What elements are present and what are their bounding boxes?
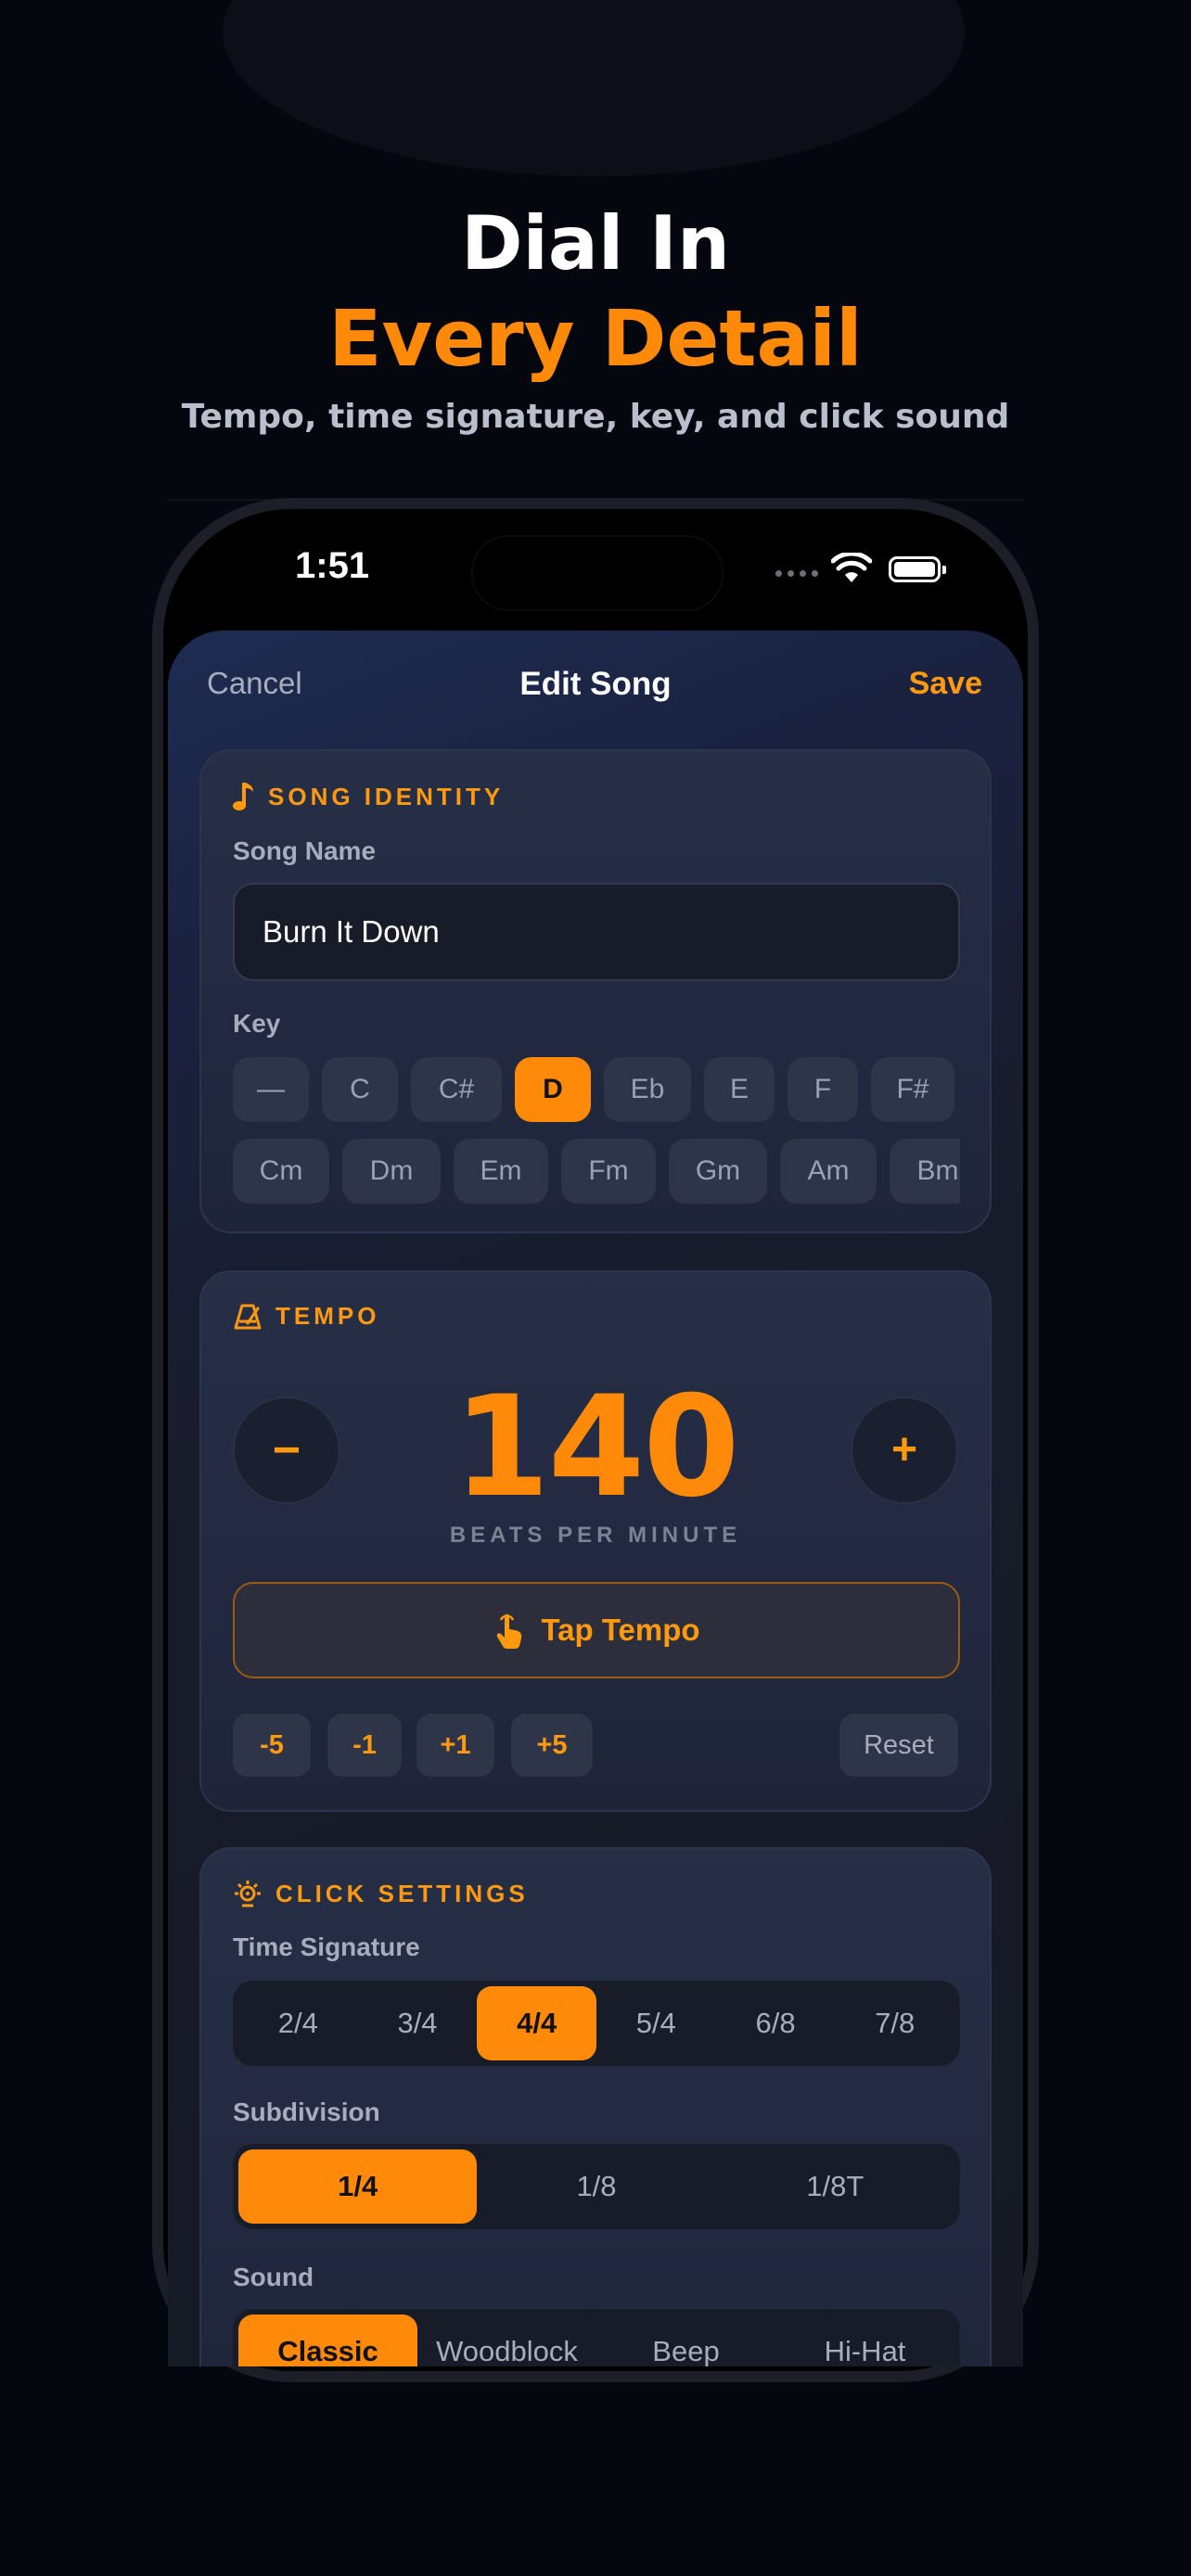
subdivision-eighth-triplet[interactable]: 1/8T [716, 2149, 954, 2224]
tempo-card: TEMPO − 140 + BEATS PER MINUTE Tap Tempo… [199, 1270, 992, 1812]
sound-label: Sound [233, 2263, 314, 2291]
key-option-bm[interactable]: Bm [890, 1139, 960, 1204]
subdivision-quarter[interactable]: 1/4 [238, 2149, 478, 2224]
key-option-dm[interactable]: Dm [342, 1139, 441, 1204]
time-sig-3-4[interactable]: 3/4 [358, 1986, 478, 2060]
tempo-plus-5-button[interactable]: +5 [511, 1714, 593, 1777]
key-option-cm[interactable]: Cm [233, 1139, 329, 1204]
time-signature-label: Time Signature [233, 1932, 420, 1961]
time-sig-5-4[interactable]: 5/4 [596, 1986, 716, 2060]
subdivision-label: Subdivision [233, 2098, 380, 2126]
key-option-am[interactable]: Am [780, 1139, 877, 1204]
metronome-icon [234, 1304, 262, 1329]
key-option-eb[interactable]: Eb [604, 1057, 691, 1122]
key-option-none[interactable]: — [233, 1057, 309, 1122]
key-option-fm[interactable]: Fm [561, 1139, 656, 1204]
hero-title: Dial In [461, 200, 730, 287]
increase-tempo-button[interactable]: + [851, 1396, 958, 1504]
time-sig-7-8[interactable]: 7/8 [835, 1986, 954, 2060]
plus-icon: + [890, 1425, 918, 1474]
time-signature-picker: 2/4 3/4 4/4 5/4 6/8 7/8 [233, 1981, 960, 2066]
edit-song-sheet: Cancel Edit Song Save SONG IDENTITY Song… [168, 631, 1023, 2366]
reset-tempo-button[interactable]: Reset [839, 1714, 958, 1777]
hero-subtitle: Tempo, time signature, key, and click so… [181, 398, 1010, 436]
song-name-label: Song Name [233, 836, 377, 865]
sound-picker: Classic Woodblock Beep Hi-Hat [233, 2309, 960, 2366]
status-time: 1:51 [295, 545, 370, 586]
key-option-d[interactable]: D [515, 1057, 591, 1122]
time-sig-6-8[interactable]: 6/8 [716, 1986, 836, 2060]
signal-icon [775, 570, 818, 577]
tap-tempo-button[interactable]: Tap Tempo [233, 1582, 960, 1678]
key-option-c[interactable]: C [322, 1057, 398, 1122]
background-glow [223, 0, 965, 176]
click-settings-card: CLICK SETTINGS Time Signature 2/4 3/4 4/… [199, 1847, 992, 2366]
section-header-tempo: TEMPO [275, 1302, 380, 1330]
key-option-f-sharp[interactable]: F# [871, 1057, 954, 1122]
page-title: Edit Song [519, 666, 672, 702]
tempo-minus-5-button[interactable]: -5 [233, 1714, 311, 1777]
subdivision-picker: 1/4 1/8 1/8T [233, 2144, 960, 2229]
dynamic-island [471, 535, 724, 611]
song-identity-card: SONG IDENTITY Song Name Burn It Down Key… [199, 749, 992, 1233]
time-sig-2-4[interactable]: 2/4 [238, 1986, 358, 2060]
sound-beep[interactable]: Beep [596, 2315, 775, 2366]
wifi-icon [831, 553, 872, 582]
key-option-f[interactable]: F [788, 1057, 858, 1122]
section-header-click-settings: CLICK SETTINGS [275, 1879, 529, 1907]
key-option-e[interactable]: E [704, 1057, 775, 1122]
tempo-plus-1-button[interactable]: +1 [416, 1714, 494, 1777]
subdivision-eighth[interactable]: 1/8 [477, 2149, 715, 2224]
tap-hand-icon [497, 1613, 522, 1649]
music-note-icon [233, 783, 253, 810]
bpm-unit-label: BEATS PER MINUTE [449, 1523, 742, 1548]
key-option-em[interactable]: Em [454, 1139, 548, 1204]
save-button[interactable]: Save [909, 666, 982, 702]
battery-icon [889, 556, 946, 582]
key-option-c-sharp[interactable]: C# [411, 1057, 502, 1122]
key-row-major: — C C# D Eb E F F# [233, 1057, 954, 1122]
time-sig-4-4[interactable]: 4/4 [477, 1986, 597, 2060]
key-row-minor: Cm Dm Em Fm Gm Am Bm [233, 1139, 960, 1204]
song-name-input[interactable]: Burn It Down [233, 883, 960, 981]
key-option-gm[interactable]: Gm [669, 1139, 767, 1204]
click-sound-icon [235, 1881, 261, 1907]
sound-woodblock[interactable]: Woodblock [417, 2315, 596, 2366]
sound-hi-hat[interactable]: Hi-Hat [775, 2315, 954, 2366]
section-header-song-identity: SONG IDENTITY [268, 782, 505, 810]
tempo-minus-1-button[interactable]: -1 [327, 1714, 402, 1777]
key-label: Key [233, 1009, 281, 1038]
sound-classic[interactable]: Classic [238, 2315, 417, 2366]
hero-title-accent: Every Detail [328, 293, 863, 384]
tap-tempo-label: Tap Tempo [541, 1613, 700, 1647]
